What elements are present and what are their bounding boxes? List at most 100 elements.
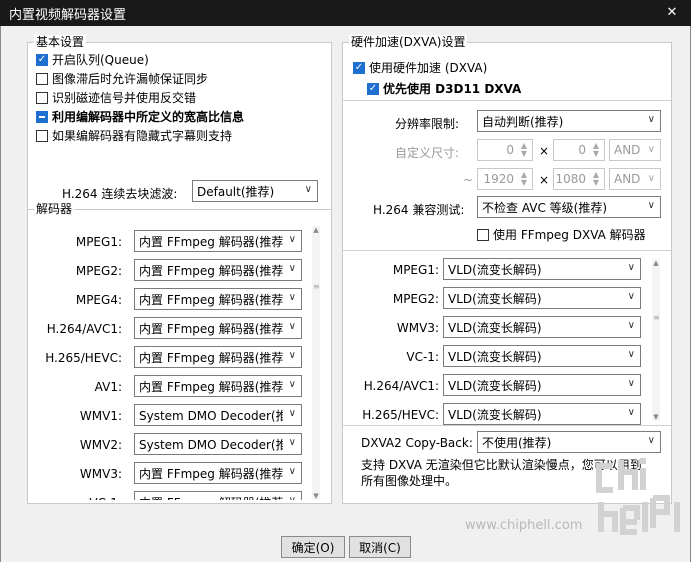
checkbox-unchecked-icon[interactable] — [477, 228, 489, 241]
decoder-value: 内置 FFmpeg 解码器(推荐) — [139, 379, 283, 394]
max-width-value: 1920 — [483, 172, 514, 186]
and-value-2: AND — [614, 172, 641, 186]
max-height-value: 1080 — [555, 172, 586, 186]
chevron-down-icon: ∨ — [288, 408, 296, 419]
chevron-down-icon: ∨ — [288, 437, 296, 448]
decoder-select[interactable]: 内置 FFmpeg 解码器(推荐) ∨ — [134, 375, 302, 397]
decoder-select[interactable]: 内置 FFmpeg 解码器(推荐) ∨ — [134, 259, 302, 281]
tilde-sign: ~ — [463, 173, 474, 187]
chevron-down-icon: ∨ — [304, 184, 312, 195]
decoder-name: MPEG4: — [75, 293, 122, 307]
divider — [343, 100, 671, 101]
window-title: 内置视频解码器设置 — [9, 7, 127, 23]
checkbox-unchecked-icon[interactable] — [36, 129, 48, 142]
ffmpeg-dxva-checkbox-row[interactable]: 使用 FFmpeg DXVA 解码器 — [477, 226, 646, 243]
hw-codec-name: VC-1: — [406, 350, 439, 364]
basic-option-row[interactable]: 图像滞后时允许漏帧保证同步 — [36, 70, 208, 87]
decoder-select[interactable]: System DMO Decoder(推荐) ∨ — [134, 433, 302, 455]
max-width-spin[interactable]: 1920 ▲ ▼ — [477, 168, 533, 190]
hw-codecs-scrollbar[interactable]: ▲ ≡ ▼ — [652, 259, 660, 421]
scroll-up-icon[interactable]: ▲ — [312, 226, 320, 234]
hw-codec-name: MPEG1: — [392, 263, 439, 277]
decoder-value: 内置 FFmpeg 解码器(推荐) — [139, 234, 283, 249]
chevron-down-icon: ∨ — [647, 114, 655, 125]
checkbox-checked-icon[interactable]: ✓ — [353, 61, 365, 74]
hw-codec-select[interactable]: VLD(流变长解码) ∨ — [443, 403, 641, 425]
decoder-select[interactable]: 内置 FFmpeg 解码器(推荐) ∨ — [134, 491, 302, 500]
max-height-spin[interactable]: 1080 ▲ ▼ — [553, 168, 605, 190]
basic-option-row[interactable]: 识别磁迹信号并使用反交错 — [36, 89, 196, 106]
cancel-button[interactable]: 取消(C) — [349, 536, 411, 558]
spin-arrows-icon[interactable]: ▲ ▼ — [590, 171, 602, 187]
hw-codec-value: VLD(流变长解码) — [448, 291, 542, 306]
prefer-d3d11-label: 优先使用 D3D11 DXVA — [383, 82, 522, 96]
spin-arrows-icon[interactable]: ▲ ▼ — [518, 171, 530, 187]
decoder-select[interactable]: 内置 FFmpeg 解码器(推荐) ∨ — [134, 230, 302, 252]
dialog-body: 基本设置 ✓ 开启队列(Queue) 图像滞后时允许漏帧保证同步 识别磁迹信号并使用反… — [0, 26, 691, 562]
resolution-select[interactable]: 自动判断(推荐) ∨ — [477, 110, 661, 132]
use-hw-label: 使用硬件加速 (DXVA) — [369, 61, 488, 75]
scroll-down-icon[interactable]: ▼ — [652, 413, 660, 421]
compat-select[interactable]: 不检查 AVC 等级(推荐) ∨ — [477, 196, 661, 218]
min-width-spin[interactable]: 0 ▲ ▼ — [477, 139, 533, 161]
close-icon[interactable]: ✕ — [665, 6, 679, 20]
and-select-1[interactable]: AND ∨ — [609, 139, 661, 161]
checkbox-partial-icon[interactable] — [36, 110, 48, 123]
decoder-select[interactable]: 内置 FFmpeg 解码器(推荐) ∨ — [134, 462, 302, 484]
compat-value: 不检查 AVC 等级(推荐) — [482, 200, 608, 215]
decoder-select[interactable]: System DMO Decoder(推荐) ∨ — [134, 404, 302, 426]
use-hw-checkbox-row[interactable]: ✓ 使用硬件加速 (DXVA) — [353, 59, 487, 76]
spin-arrows-icon[interactable]: ▲ ▼ — [590, 142, 602, 158]
scroll-grip-icon[interactable]: ≡ — [313, 282, 320, 291]
chevron-down-icon: ∨ — [288, 379, 296, 390]
watermark-logo — [595, 458, 687, 542]
basic-option-label: 利用编解码器中所定义的宽高比信息 — [52, 110, 245, 124]
basic-option-row[interactable]: ✓ 开启队列(Queue) — [36, 51, 149, 68]
basic-option-row[interactable]: 如果编解码器有隐藏式字幕则支持 — [36, 127, 232, 144]
decoder-value: 内置 FFmpeg 解码器(推荐) — [139, 263, 283, 278]
prefer-d3d11-checkbox-row[interactable]: ✓ 优先使用 D3D11 DXVA — [367, 80, 521, 97]
chevron-down-icon: ∨ — [627, 291, 635, 302]
decoder-name: H.264/AVC1: — [46, 322, 122, 336]
resolution-label: 分辨率限制: — [395, 117, 460, 131]
checkbox-unchecked-icon[interactable] — [36, 72, 48, 85]
hw-codec-select[interactable]: VLD(流变长解码) ∨ — [443, 374, 641, 396]
chevron-down-icon: ∨ — [627, 407, 635, 418]
chevron-down-icon: ∨ — [627, 320, 635, 331]
checkbox-unchecked-icon[interactable] — [36, 91, 48, 104]
decoder-select[interactable]: 内置 FFmpeg 解码器(推荐) ∨ — [134, 317, 302, 339]
ok-button-label: 确定(O) — [291, 540, 335, 555]
scroll-down-icon[interactable]: ▼ — [312, 492, 320, 500]
hw-codec-select[interactable]: VLD(流变长解码) ∨ — [443, 258, 641, 280]
hw-codec-name: WMV3: — [396, 321, 439, 335]
scroll-grip-icon[interactable]: ≡ — [653, 313, 660, 322]
decoder-value: 内置 FFmpeg 解码器(推荐) — [139, 321, 283, 336]
scroll-up-icon[interactable]: ▲ — [652, 259, 660, 267]
ok-button[interactable]: 确定(O) — [281, 536, 345, 558]
decoder-value: 内置 FFmpeg 解码器(推荐) — [139, 466, 283, 481]
decoder-name: H.265/HEVC: — [45, 351, 122, 365]
checkbox-checked-icon[interactable]: ✓ — [367, 82, 379, 95]
deblock-select[interactable]: Default(推荐) ∨ — [192, 180, 318, 202]
copyback-select[interactable]: 不使用(推荐) ∨ — [477, 431, 661, 453]
basic-option-row[interactable]: 利用编解码器中所定义的宽高比信息 — [36, 108, 244, 125]
hw-codec-select[interactable]: VLD(流变长解码) ∨ — [443, 345, 641, 367]
times-sign: × — [539, 173, 550, 187]
chevron-down-icon: ∨ — [288, 234, 296, 245]
spin-arrows-icon[interactable]: ▲ ▼ — [518, 142, 530, 158]
decoders-scrollbar[interactable]: ▲ ≡ ▼ — [312, 226, 320, 500]
resolution-value: 自动判断(推荐) — [482, 114, 564, 129]
decoder-select[interactable]: 内置 FFmpeg 解码器(推荐) ∨ — [134, 288, 302, 310]
hw-codec-select[interactable]: VLD(流变长解码) ∨ — [443, 316, 641, 338]
basic-option-label: 如果编解码器有隐藏式字幕则支持 — [52, 129, 233, 143]
hw-codec-name: H.264/AVC1: — [363, 379, 439, 393]
hw-codec-select[interactable]: VLD(流变长解码) ∨ — [443, 287, 641, 309]
min-height-spin[interactable]: 0 ▲ ▼ — [553, 139, 605, 161]
hw-codec-value: VLD(流变长解码) — [448, 407, 542, 422]
and-select-2[interactable]: AND ∨ — [609, 168, 661, 190]
divider — [343, 250, 671, 251]
decoder-value: 内置 FFmpeg 解码器(推荐) — [139, 292, 283, 307]
cancel-button-label: 取消(C) — [359, 540, 401, 555]
decoder-select[interactable]: 内置 FFmpeg 解码器(推荐) ∨ — [134, 346, 302, 368]
checkbox-checked-icon[interactable]: ✓ — [36, 53, 48, 66]
